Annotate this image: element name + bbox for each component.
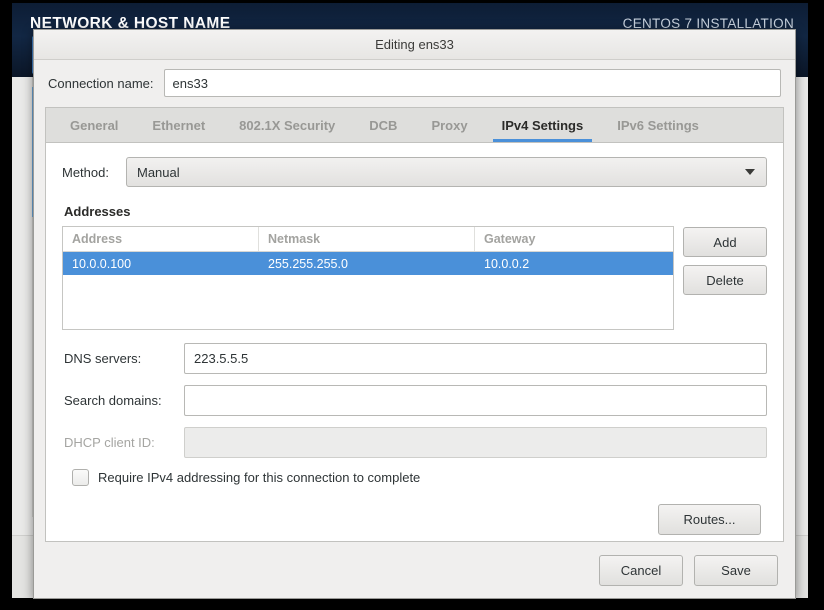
method-label: Method: — [62, 164, 109, 180]
connection-name-input[interactable]: ens33 — [163, 69, 781, 97]
tab-ethernet[interactable]: Ethernet — [135, 108, 222, 142]
settings-tabstrip: General Ethernet 802.1X Security DCB Pro… — [45, 107, 784, 142]
tab-8021x-security[interactable]: 802.1X Security — [222, 108, 352, 142]
dns-servers-input[interactable]: 223.5.5.5 — [184, 343, 767, 374]
tab-dcb[interactable]: DCB — [352, 108, 414, 142]
cell-address: 10.0.0.100 — [72, 256, 132, 271]
ipv4-settings-panel: Method: Manual Addresses Address Netmask… — [45, 142, 784, 542]
search-domains-row: Search domains: — [62, 385, 767, 416]
dns-servers-row: DNS servers: 223.5.5.5 — [62, 343, 767, 374]
dialog-action-bar: Cancel Save — [34, 542, 795, 598]
dhcp-client-id-row: DHCP client ID: — [62, 427, 767, 458]
require-ipv4-row[interactable]: Require IPv4 addressing for this connect… — [72, 469, 767, 486]
tab-general[interactable]: General — [53, 108, 135, 142]
require-ipv4-label: Require IPv4 addressing for this connect… — [98, 470, 421, 485]
column-header-netmask: Netmask — [259, 227, 475, 251]
routes-row: Routes... — [62, 504, 767, 535]
cancel-button[interactable]: Cancel — [599, 554, 683, 586]
chevron-down-icon — [745, 169, 755, 175]
dialog-titlebar: Editing ens33 — [34, 30, 795, 60]
cell-netmask: 255.255.255.0 — [268, 256, 348, 271]
tab-ipv4-settings[interactable]: IPv4 Settings — [485, 108, 601, 142]
addresses-table-header: Address Netmask Gateway — [63, 227, 673, 252]
search-domains-input[interactable] — [184, 385, 767, 416]
require-ipv4-checkbox[interactable] — [72, 469, 89, 486]
tab-ipv6-settings[interactable]: IPv6 Settings — [600, 108, 716, 142]
addresses-buttons: Add Delete — [683, 226, 767, 295]
addresses-table[interactable]: Address Netmask Gateway 10.0.0.100 255.2… — [62, 226, 674, 330]
method-row: Method: Manual — [62, 157, 767, 187]
add-address-button[interactable]: Add — [683, 227, 767, 257]
save-button[interactable]: Save — [694, 554, 778, 586]
dns-servers-label: DNS servers: — [64, 351, 142, 366]
search-domains-label: Search domains: — [64, 393, 162, 408]
delete-address-button[interactable]: Delete — [683, 265, 767, 295]
addresses-section-title: Addresses — [64, 204, 131, 219]
cell-gateway: 10.0.0.2 — [484, 256, 530, 271]
dialog-title: Editing ens33 — [375, 37, 454, 52]
tab-proxy[interactable]: Proxy — [414, 108, 484, 142]
method-select[interactable]: Manual — [126, 157, 767, 187]
method-selected-value: Manual — [137, 164, 180, 180]
dhcp-client-id-label: DHCP client ID: — [64, 435, 155, 450]
addresses-area: Address Netmask Gateway 10.0.0.100 255.2… — [62, 226, 767, 330]
screen-root: NETWORK & HOST NAME CENTOS 7 INSTALLATIO… — [0, 0, 824, 610]
column-header-address: Address — [63, 227, 259, 251]
connection-name-row: Connection name: ens33 — [34, 60, 795, 107]
connection-name-label: Connection name: — [48, 75, 154, 91]
column-header-gateway: Gateway — [484, 232, 536, 246]
table-row[interactable]: 10.0.0.100 255.255.255.0 10.0.0.2 — [63, 252, 673, 275]
dhcp-client-id-input — [184, 427, 767, 458]
routes-button[interactable]: Routes... — [658, 504, 761, 535]
edit-connection-dialog: Editing ens33 Connection name: ens33 Gen… — [33, 29, 796, 599]
